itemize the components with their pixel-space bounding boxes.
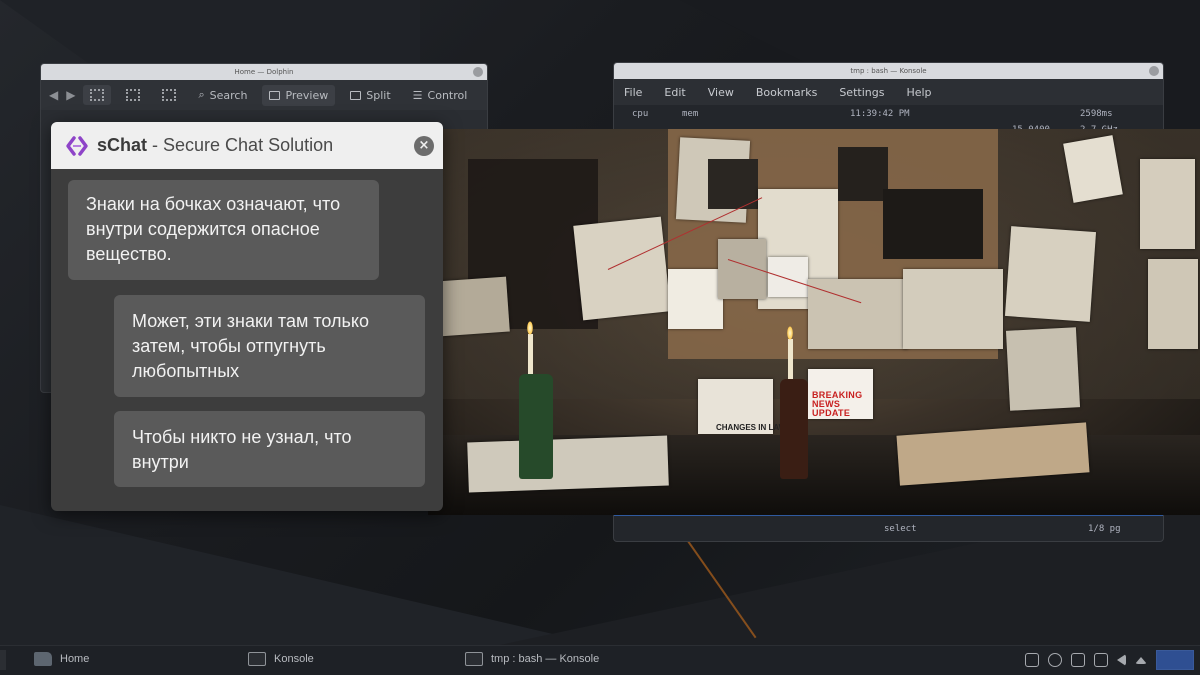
search-label: Search	[209, 88, 248, 102]
close-icon[interactable]	[473, 67, 483, 77]
taskbar: Home Konsole tmp : bash — Konsole	[0, 645, 1200, 675]
photo-paper	[1005, 327, 1081, 411]
control-button[interactable]: ☰ Control	[406, 85, 475, 106]
control-label: Control	[427, 88, 468, 102]
folder-icon	[34, 652, 52, 666]
laws-headline: CHANGES IN LAW	[716, 423, 787, 432]
menu-edit[interactable]: Edit	[664, 86, 685, 99]
split-button[interactable]: Split	[343, 85, 397, 106]
candle-flame	[527, 321, 533, 335]
candle-flame	[787, 326, 793, 340]
schat-window[interactable]: sChat - Secure Chat Solution × Знаки на …	[51, 122, 443, 511]
green-bottle	[519, 374, 553, 479]
photo-portrait	[838, 147, 888, 201]
app-name: sChat	[97, 135, 148, 155]
photo-paper	[903, 269, 1003, 349]
window-titlebar[interactable]: tmp : bash — Konsole	[614, 63, 1163, 79]
terminal-icon	[248, 652, 266, 666]
clipboard-icon[interactable]	[1025, 653, 1039, 667]
task-label: tmp : bash — Konsole	[491, 653, 600, 665]
window-title: tmp : bash — Konsole	[850, 67, 927, 75]
photo-paper	[1004, 226, 1097, 322]
clock-readout: 11:39:42 PM	[850, 109, 910, 119]
message-bubble-outgoing: Может, эти знаки там только затем, чтобы…	[114, 295, 425, 397]
menu-icon: ☰	[412, 88, 423, 102]
details-view-button[interactable]	[155, 85, 183, 105]
brown-bottle	[780, 379, 808, 479]
list-icon	[126, 89, 141, 101]
updates-icon[interactable]	[1048, 653, 1062, 667]
grid-icon	[90, 89, 105, 101]
split-label: Split	[366, 88, 391, 102]
task-konsole[interactable]: Konsole	[248, 652, 314, 666]
menu-file[interactable]: File	[624, 86, 642, 99]
terminal-icon	[465, 652, 483, 666]
preview-label: Preview	[285, 88, 329, 102]
task-label: Konsole	[274, 653, 314, 665]
mem-label: mem	[682, 109, 699, 119]
preview-icon	[269, 90, 281, 100]
close-icon[interactable]	[1149, 66, 1159, 76]
file-manager-toolbar: ◀ ▶ ⌕ Search Preview Split ☰ Control	[41, 80, 487, 110]
photo-paper	[573, 216, 671, 321]
window-titlebar[interactable]: Home — Dolphin	[41, 64, 487, 80]
chat-title: sChat - Secure Chat Solution	[97, 135, 333, 156]
search-button[interactable]: ⌕ Search	[191, 84, 254, 106]
window-title: Home — Dolphin	[234, 68, 294, 76]
photo-paper	[1140, 159, 1195, 249]
application-launcher[interactable]	[0, 650, 6, 670]
title-separator: -	[147, 135, 164, 155]
network-icon[interactable]	[1094, 653, 1108, 667]
menu-bookmarks[interactable]: Bookmarks	[756, 86, 817, 99]
candle	[528, 334, 533, 379]
terminal-status-bottom: select 1/8 pg	[614, 515, 1163, 541]
photo-portrait	[883, 189, 983, 259]
compact-view-button[interactable]	[119, 85, 147, 105]
photo-paper	[1148, 259, 1198, 349]
icons-view-button[interactable]	[83, 85, 112, 105]
forward-arrow-icon[interactable]: ▶	[66, 88, 75, 102]
virtual-desktop-pager[interactable]	[1156, 650, 1194, 670]
schat-logo-icon	[66, 135, 88, 156]
corkboard-photo: BREAKING NEWS UPDATE CHANGES IN LAW	[428, 129, 1200, 515]
task-tmp-bash[interactable]: tmp : bash — Konsole	[465, 652, 599, 666]
candle	[788, 339, 793, 384]
message-bubble-incoming: Знаки на бочках означают, что внутри сод…	[68, 180, 379, 280]
task-label: Home	[60, 653, 90, 665]
chat-messages: Знаки на бочках означают, что внутри сод…	[51, 169, 443, 511]
photo-paper	[436, 276, 510, 337]
photo-paper-pile	[467, 435, 669, 493]
menu-view[interactable]: View	[708, 86, 734, 99]
task-home[interactable]: Home	[34, 652, 89, 666]
close-button[interactable]: ×	[414, 136, 434, 156]
split-icon	[350, 90, 362, 100]
photo-paper	[768, 257, 808, 297]
display-icon[interactable]	[1071, 653, 1085, 667]
cpu-label: cpu	[632, 109, 649, 119]
preview-button[interactable]: Preview	[262, 84, 336, 106]
search-icon: ⌕	[198, 88, 205, 101]
volume-icon[interactable]	[1117, 654, 1126, 666]
photo-paper	[668, 269, 723, 329]
menu-help[interactable]: Help	[906, 86, 931, 99]
select-label: select	[884, 524, 917, 534]
back-arrow-icon[interactable]: ◀	[49, 88, 58, 102]
system-tray	[1025, 650, 1194, 670]
chat-header[interactable]: sChat - Secure Chat Solution ×	[51, 122, 443, 169]
app-subtitle: Secure Chat Solution	[163, 135, 334, 155]
latency-readout: 2598ms	[1080, 109, 1113, 119]
photo-paper	[1063, 135, 1123, 203]
message-bubble-outgoing: Чтобы никто не узнал, что внутри	[114, 411, 425, 487]
terminal-menubar: File Edit View Bookmarks Settings Help	[614, 79, 1163, 105]
tray-expand-icon[interactable]	[1135, 656, 1147, 664]
page-readout: 1/8 pg	[1088, 524, 1121, 534]
menu-settings[interactable]: Settings	[839, 86, 884, 99]
news-headline: BREAKING NEWS UPDATE	[812, 390, 863, 418]
details-icon	[162, 89, 177, 101]
